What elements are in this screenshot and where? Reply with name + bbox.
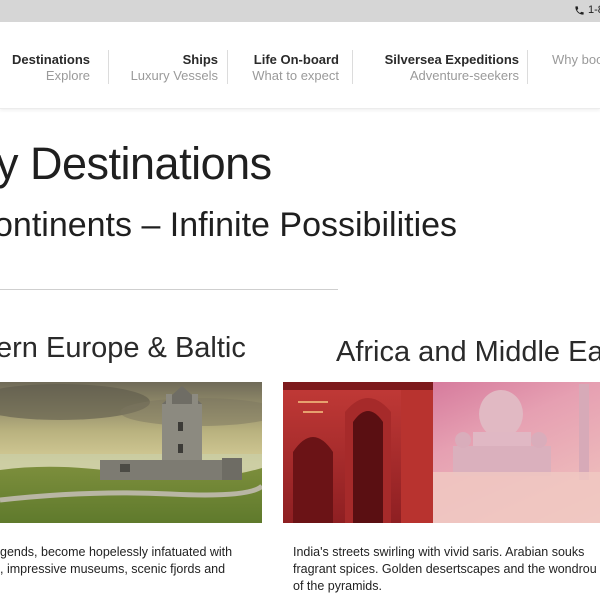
page-title: y Destinations [0,138,272,189]
nav-divider [108,50,109,84]
nav-item-title: Destinations [11,52,90,67]
card-description-africa-middle-east: India's streets swirling with vivid sari… [293,544,597,595]
section-divider [0,289,338,290]
nav-item-destinations[interactable]: Destinations Explore [12,52,90,86]
card-title-northern-europe[interactable]: ern Europe & Baltic [0,332,246,365]
nav-item-life-onboard[interactable]: Life On-board What to expect [252,52,339,86]
nav-item-title: Ships [182,52,218,67]
description-line: of the pyramids. [293,579,382,593]
nav-divider [352,50,353,84]
description-line: , impressive museums, scenic fjords and [0,562,226,576]
top-utility-bar: 1-8 [0,0,600,22]
nav-item-subtitle: Explore [45,68,90,83]
card-image-northern-europe[interactable] [0,382,262,523]
nav-item-subtitle: What to expect [252,68,339,83]
taj-mahal-image [283,382,600,523]
description-line: India's streets swirling with vivid sari… [293,545,585,559]
nav-item-subtitle: Adventure-seekers [409,68,519,83]
nav-item-title: Life On-board [253,52,339,67]
description-line: gends, become hopelessly infatuated with [0,545,233,559]
page-subtitle: ontinents – Infinite Possibilities [0,206,458,244]
main-navigation: Destinations Explore Ships Luxury Vessel… [0,22,600,109]
nav-item-silversea-expeditions[interactable]: Silversea Expeditions Adventure-seekers [385,52,519,86]
card-title-africa-middle-east[interactable]: Africa and Middle East [336,336,600,369]
phone-icon [575,5,584,15]
nav-item-subtitle: Why boo [552,52,600,67]
phone-number-text: 1-8 [588,4,600,16]
castle-landscape-image [0,382,262,523]
description-line: fragrant spices. Golden desertscapes and… [293,562,597,576]
nav-item-subtitle: Luxury Vessels [130,68,218,83]
card-description-northern-europe: gends, become hopelessly infatuated with… [0,544,232,578]
phone-number-link[interactable]: 1-8 [574,4,600,16]
nav-item-why-book[interactable]: Why boo [552,52,600,86]
nav-item-ships[interactable]: Ships Luxury Vessels [131,52,218,86]
nav-divider [227,50,228,84]
nav-divider [527,50,528,84]
nav-item-title: Silversea Expeditions [384,52,519,67]
card-image-africa-middle-east[interactable] [283,382,600,523]
